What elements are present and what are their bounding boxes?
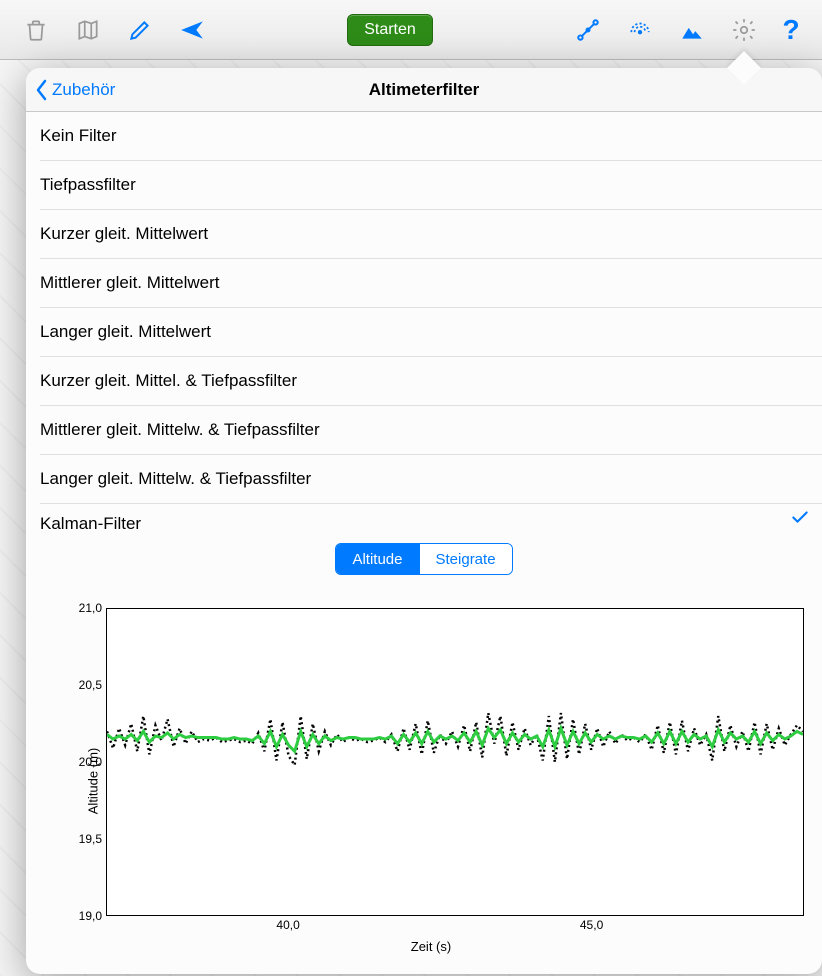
start-button[interactable]: Starten xyxy=(347,14,433,46)
chart-plot-area xyxy=(106,608,804,916)
xtick-label: 45,0 xyxy=(580,918,603,932)
filter-option-label: Langer gleit. Mittelwert xyxy=(40,322,211,342)
ytick-label: 19,0 xyxy=(79,909,102,923)
chart-yticks: 19,019,520,020,521,0 xyxy=(66,608,106,916)
filter-option[interactable]: Langer gleit. Mittelwert xyxy=(40,308,822,357)
radar-icon[interactable] xyxy=(614,0,666,60)
xtick-label: 40,0 xyxy=(276,918,299,932)
filter-option[interactable]: Kurzer gleit. Mittel. & Tiefpassfilter xyxy=(40,357,822,406)
map-icon[interactable] xyxy=(62,0,114,60)
filter-option-label: Tiefpassfilter xyxy=(40,175,136,195)
ytick-label: 19,5 xyxy=(79,832,102,846)
filter-option[interactable]: Kurzer gleit. Mittelwert xyxy=(40,210,822,259)
help-button[interactable]: ? xyxy=(770,14,812,46)
chart-xticks: 40,0 45,0 xyxy=(106,918,804,936)
popover-header: Zubehör Altimeterfilter xyxy=(26,68,822,112)
segment-altitude[interactable]: Altitude xyxy=(336,544,418,574)
filter-option-label: Langer gleit. Mittelw. & Tiefpassfilter xyxy=(40,469,311,489)
filter-option[interactable]: Kalman-Filter xyxy=(40,504,822,535)
chart-mode-segmented: AltitudeSteigrate xyxy=(26,543,822,575)
settings-popover: Zubehör Altimeterfilter Kein Filter Tiefp… xyxy=(26,68,822,974)
back-label: Zubehör xyxy=(52,80,115,100)
filter-option-label: Mittlerer gleit. Mittelw. & Tiefpassfilt… xyxy=(40,420,320,440)
segment-steigrate[interactable]: Steigrate xyxy=(419,544,512,574)
filter-option-label: Kurzer gleit. Mittel. & Tiefpassfilter xyxy=(40,371,297,391)
filter-option[interactable]: Kein Filter xyxy=(40,112,822,161)
filter-option-label: Kein Filter xyxy=(40,126,117,146)
trash-icon[interactable] xyxy=(10,0,62,60)
popover-title: Altimeterfilter xyxy=(369,80,480,100)
airplane-icon[interactable] xyxy=(166,0,218,60)
filter-option[interactable]: Mittlerer gleit. Mittelw. & Tiefpassfilt… xyxy=(40,406,822,455)
ytick-label: 20,5 xyxy=(79,678,102,692)
back-button[interactable]: Zubehör xyxy=(34,68,115,111)
altitude-chart: Altitude (m) 19,019,520,020,521,0 40,045… xyxy=(56,608,806,954)
filter-option-label: Kalman-Filter xyxy=(40,514,141,534)
chevron-left-icon xyxy=(34,79,48,101)
route-icon[interactable] xyxy=(562,0,614,60)
filter-list[interactable]: Kein Filter Tiefpassfilter Kurzer gleit. M… xyxy=(26,112,822,535)
filter-option[interactable]: Mittlerer gleit. Mittelwert xyxy=(40,259,822,308)
checkmark-icon xyxy=(790,507,810,532)
chart-xlabel: Zeit (s) xyxy=(56,939,806,954)
pencil-icon[interactable] xyxy=(114,0,166,60)
mountains-icon[interactable] xyxy=(666,0,718,60)
ytick-label: 20,0 xyxy=(79,755,102,769)
ytick-label: 21,0 xyxy=(79,601,102,615)
filter-option[interactable]: Tiefpassfilter xyxy=(40,161,822,210)
filter-option-label: Kurzer gleit. Mittelwert xyxy=(40,224,208,244)
filter-option[interactable]: Langer gleit. Mittelw. & Tiefpassfilter xyxy=(40,455,822,504)
main-toolbar: Starten ? xyxy=(0,0,822,60)
filter-option-label: Mittlerer gleit. Mittelwert xyxy=(40,273,219,293)
